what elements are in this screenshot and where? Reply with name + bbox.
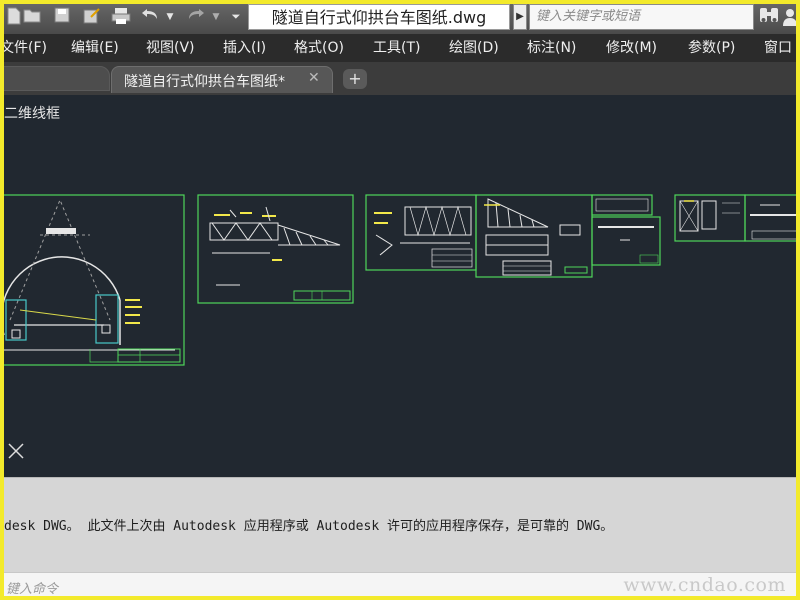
- search-expand-arrow-icon[interactable]: ▶: [513, 4, 527, 30]
- print-icon[interactable]: [111, 7, 131, 27]
- drawing-sheet-part-b: [744, 194, 800, 242]
- menu-file[interactable]: 文件(F): [0, 34, 47, 62]
- redo-dropdown-icon[interactable]: ▼: [210, 7, 222, 27]
- save-icon[interactable]: [52, 7, 72, 27]
- file-tab-active[interactable]: 隧道自行式仰拱台车图纸* ✕: [111, 66, 333, 93]
- document-title: 隧道自行式仰拱台车图纸.dwg: [248, 4, 510, 30]
- file-tab-label: 隧道自行式仰拱台车图纸*: [124, 74, 285, 90]
- close-icon[interactable]: [6, 441, 26, 461]
- watermark-text: www.cndao.com: [623, 574, 786, 596]
- drawing-sheet-tunnel-section: [0, 194, 185, 366]
- menu-window[interactable]: 窗口: [764, 34, 792, 62]
- redo-icon[interactable]: [186, 7, 206, 27]
- menu-edit[interactable]: 编辑(E): [71, 34, 119, 62]
- menu-draw[interactable]: 绘图(D): [449, 34, 499, 62]
- drawing-sheet-part-a: [674, 194, 746, 242]
- drawing-sheet-trestle-truss: [197, 194, 354, 304]
- command-input[interactable]: 键入命令: [6, 578, 58, 597]
- title-bar: ▼ ▼ ⏷ 隧道自行式仰拱台车图纸.dwg ▶ 键入关键字或短语: [0, 0, 800, 34]
- menu-dimension[interactable]: 标注(N): [527, 34, 576, 62]
- customize-qat-icon[interactable]: ⏷: [228, 7, 244, 27]
- menu-modify[interactable]: 修改(M): [606, 34, 657, 62]
- drawing-sheet-side-elevation: [365, 194, 477, 271]
- menu-view[interactable]: 视图(V): [146, 34, 195, 62]
- menu-insert[interactable]: 插入(I): [223, 34, 266, 62]
- help-search-input[interactable]: 键入关键字或短语: [529, 4, 754, 30]
- menu-tools[interactable]: 工具(T): [373, 34, 420, 62]
- new-tab-plus-icon[interactable]: +: [343, 69, 367, 89]
- command-history-line: desk DWG。 此文件上次由 Autodesk 应用程序或 Autodesk…: [4, 519, 614, 534]
- drawing-sheet-details: [591, 194, 661, 266]
- drawing-sheets: [0, 194, 800, 366]
- file-tab-previous[interactable]: [0, 66, 110, 91]
- open-folder-icon[interactable]: [22, 7, 42, 27]
- user-account-icon[interactable]: [783, 8, 797, 26]
- command-line[interactable]: 键入命令 www.cndao.com: [0, 572, 800, 600]
- new-icon[interactable]: [4, 7, 24, 27]
- undo-dropdown-icon[interactable]: ▼: [164, 7, 176, 27]
- drawing-sheet-ramp-assembly: [475, 194, 593, 278]
- drawing-canvas[interactable]: 二维线框: [0, 95, 800, 477]
- menu-bar: 文件(F) 编辑(E) 视图(V) 插入(I) 格式(O) 工具(T) 绘图(D…: [0, 34, 800, 62]
- menu-parameters[interactable]: 参数(P): [688, 34, 735, 62]
- command-history: desk DWG。 此文件上次由 Autodesk 应用程序或 Autodesk…: [0, 477, 800, 573]
- close-icon[interactable]: ✕: [308, 70, 320, 86]
- menu-format[interactable]: 格式(O): [294, 34, 344, 62]
- file-tab-bar: 隧道自行式仰拱台车图纸* ✕ +: [0, 62, 800, 95]
- undo-icon[interactable]: [140, 7, 160, 27]
- save-as-icon[interactable]: [82, 7, 102, 27]
- binoculars-icon[interactable]: [758, 6, 780, 28]
